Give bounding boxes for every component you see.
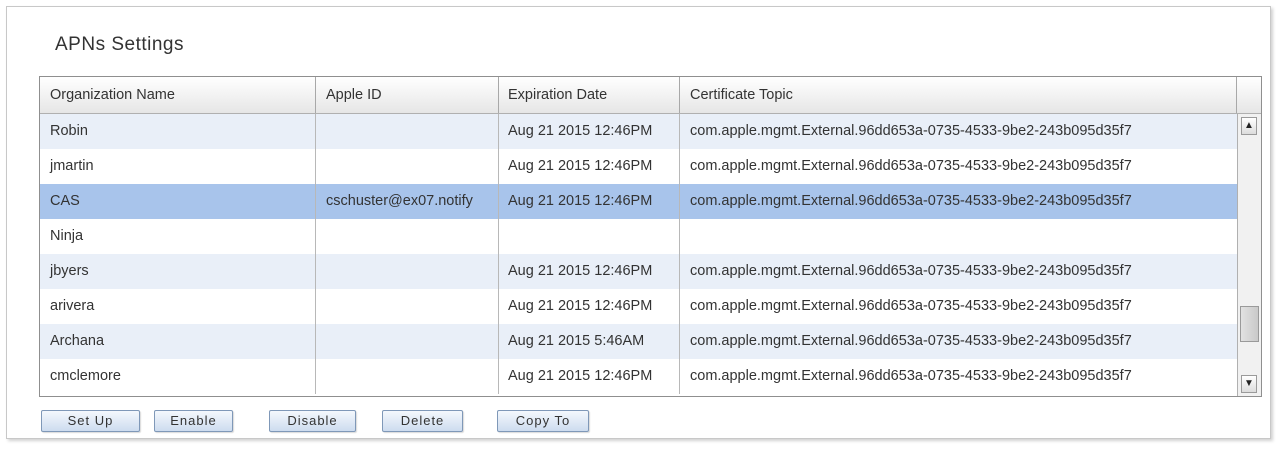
cell-organization-name: Ninja bbox=[40, 219, 316, 254]
cell-organization-name: Archana bbox=[40, 324, 316, 359]
column-header-expiration-date[interactable]: Expiration Date bbox=[499, 77, 680, 113]
disable-button[interactable]: Disable bbox=[269, 410, 356, 432]
column-header-organization-name[interactable]: Organization Name bbox=[40, 77, 316, 113]
cell-expiration-date: Aug 21 2015 12:46PM bbox=[499, 359, 680, 394]
table-row[interactable]: jmartin Aug 21 2015 12:46PM com.apple.mgmt… bbox=[40, 149, 1237, 184]
cell-expiration-date: Aug 21 2015 12:46PM bbox=[499, 114, 680, 149]
cell-organization-name: arivera bbox=[40, 289, 316, 324]
cell-expiration-date: Aug 21 2015 12:46PM bbox=[499, 184, 680, 219]
cell-apple-id bbox=[316, 289, 499, 324]
cell-certificate-topic: com.apple.mgmt.External.96dd653a-0735-45… bbox=[690, 158, 1132, 174]
column-header-spacer bbox=[1237, 77, 1261, 113]
cell-organization-name: cmclemore bbox=[40, 359, 316, 394]
cell-certificate-topic: com.apple.mgmt.External.96dd653a-0735-45… bbox=[690, 298, 1132, 314]
scrollbar-thumb[interactable] bbox=[1240, 306, 1259, 342]
table-row[interactable]: Archana Aug 21 2015 5:46AM com.apple.mgmt.… bbox=[40, 324, 1237, 359]
table-header: Organization Name Apple ID Expiration Da… bbox=[40, 77, 1261, 114]
vertical-scrollbar[interactable]: ▲ ▼ bbox=[1237, 114, 1261, 396]
arrow-up-icon[interactable]: ▲ bbox=[1241, 117, 1257, 135]
cell-apple-id bbox=[316, 114, 499, 149]
apns-settings-panel: APNs Settings Organization Name Apple ID… bbox=[6, 6, 1271, 439]
cell-expiration-date bbox=[499, 219, 680, 254]
cell-certificate-topic: com.apple.mgmt.External.96dd653a-0735-45… bbox=[690, 333, 1132, 349]
cell-organization-name: CAS bbox=[40, 184, 316, 219]
table-row[interactable]: arivera Aug 21 2015 12:46PM com.apple.mgmt… bbox=[40, 289, 1237, 324]
cell-apple-id: cschuster@ex07.notify bbox=[316, 184, 499, 219]
cell-apple-id bbox=[316, 254, 499, 289]
table-row[interactable]: Robin Aug 21 2015 12:46PM com.apple.mgmt.E… bbox=[40, 114, 1237, 149]
table-row[interactable]: jbyers Aug 21 2015 12:46PM com.apple.mgmt.… bbox=[40, 254, 1237, 289]
copy-to-button[interactable]: Copy To bbox=[497, 410, 589, 432]
apns-table: Organization Name Apple ID Expiration Da… bbox=[39, 76, 1262, 397]
cell-apple-id bbox=[316, 324, 499, 359]
cell-expiration-date: Aug 21 2015 12:46PM bbox=[499, 289, 680, 324]
column-header-certificate-topic[interactable]: Certificate Topic bbox=[680, 77, 1237, 113]
cell-certificate-topic: com.apple.mgmt.External.96dd653a-0735-45… bbox=[690, 263, 1132, 279]
cell-certificate-topic bbox=[680, 219, 1237, 254]
cell-apple-id bbox=[316, 359, 499, 394]
cell-expiration-date: Aug 21 2015 12:46PM bbox=[499, 254, 680, 289]
table-row[interactable]: Ninja bbox=[40, 219, 1237, 254]
cell-expiration-date: Aug 21 2015 12:46PM bbox=[499, 149, 680, 184]
cell-organization-name: jbyers bbox=[40, 254, 316, 289]
cell-certificate-topic: com.apple.mgmt.External.96dd653a-0735-45… bbox=[690, 123, 1132, 139]
table-row[interactable]: cmclemore Aug 21 2015 12:46PM com.apple.mg… bbox=[40, 359, 1237, 394]
cell-certificate-topic: com.apple.mgmt.External.96dd653a-0735-45… bbox=[690, 368, 1132, 384]
page-title: APNs Settings bbox=[55, 34, 184, 55]
cell-organization-name: Robin bbox=[40, 114, 316, 149]
cell-certificate-topic: com.apple.mgmt.External.96dd653a-0735-45… bbox=[690, 193, 1132, 209]
cell-apple-id bbox=[316, 219, 499, 254]
cell-organization-name: jmartin bbox=[40, 149, 316, 184]
cell-expiration-date: Aug 21 2015 5:46AM bbox=[499, 324, 680, 359]
enable-button[interactable]: Enable bbox=[154, 410, 233, 432]
cell-apple-id bbox=[316, 149, 499, 184]
arrow-down-icon[interactable]: ▼ bbox=[1241, 375, 1257, 393]
set-up-button[interactable]: Set Up bbox=[41, 410, 140, 432]
column-header-apple-id[interactable]: Apple ID bbox=[316, 77, 499, 113]
delete-button[interactable]: Delete bbox=[382, 410, 463, 432]
table-row[interactable]: CAS cschuster@ex07.notify Aug 21 2015 12:4… bbox=[40, 184, 1237, 219]
